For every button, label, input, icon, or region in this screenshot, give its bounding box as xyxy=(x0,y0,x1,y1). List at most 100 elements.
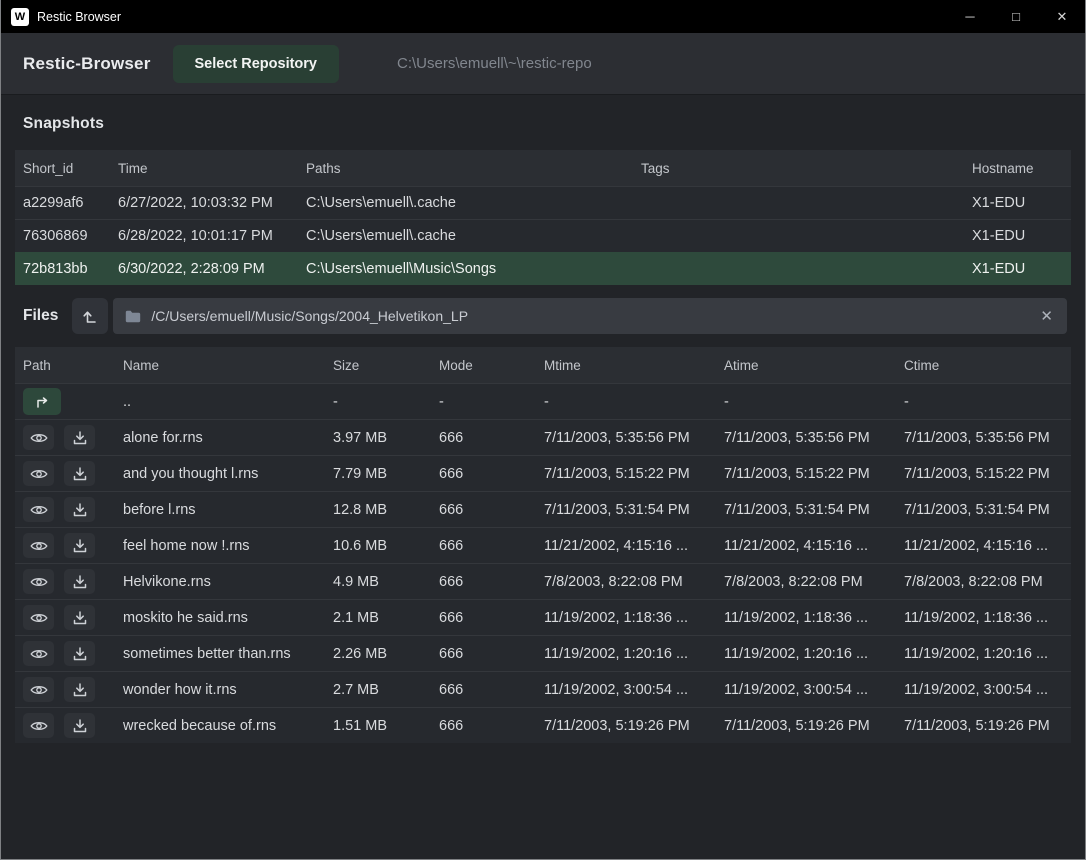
file-atime: 11/21/2002, 4:15:16 ... xyxy=(716,538,896,554)
file-ctime: 7/11/2003, 5:31:54 PM xyxy=(896,502,1071,518)
file-mode: 666 xyxy=(431,610,536,626)
column-header-size: Size xyxy=(325,358,431,373)
snapshot-time: 6/30/2022, 2:28:09 PM xyxy=(110,261,298,277)
column-header-mtime: Mtime xyxy=(536,358,716,373)
column-header-ctime: Ctime xyxy=(896,358,1071,373)
file-mode: 666 xyxy=(431,574,536,590)
file-name: moskito he said.rns xyxy=(115,610,325,626)
file-ctime: 11/21/2002, 4:15:16 ... xyxy=(896,538,1071,554)
files-table-header: Path Name Size Mode Mtime Atime Ctime xyxy=(15,347,1071,383)
column-header-short-id: Short_id xyxy=(15,161,110,176)
download-file-button[interactable] xyxy=(64,497,95,522)
file-name: alone for.rns xyxy=(115,430,325,446)
parent-row-size: - xyxy=(325,394,431,410)
preview-file-button[interactable] xyxy=(23,497,54,522)
file-mtime: 11/21/2002, 4:15:16 ... xyxy=(536,538,716,554)
window-title: Restic Browser xyxy=(37,10,121,24)
parent-row-mode: - xyxy=(431,394,536,410)
file-ctime: 11/19/2002, 1:18:36 ... xyxy=(896,610,1071,626)
close-button[interactable]: ✕ xyxy=(1039,0,1085,33)
file-name: wonder how it.rns xyxy=(115,682,325,698)
preview-file-button[interactable] xyxy=(23,641,54,666)
download-file-button[interactable] xyxy=(64,425,95,450)
snapshot-hostname: X1-EDU xyxy=(964,228,1071,244)
file-mode: 666 xyxy=(431,538,536,554)
snapshot-short-id: 76306869 xyxy=(15,228,110,244)
preview-file-button[interactable] xyxy=(23,533,54,558)
file-atime: 7/8/2003, 8:22:08 PM xyxy=(716,574,896,590)
file-atime: 7/11/2003, 5:35:56 PM xyxy=(716,430,896,446)
snapshot-row[interactable]: 72b813bb 6/30/2022, 2:28:09 PM C:\Users\… xyxy=(15,252,1071,285)
preview-file-button[interactable] xyxy=(23,605,54,630)
file-row: wonder how it.rns 2.7 MB 666 11/19/2002,… xyxy=(15,671,1071,707)
file-size: 3.97 MB xyxy=(325,430,431,446)
column-header-mode: Mode xyxy=(431,358,536,373)
current-path-field[interactable]: /C/Users/emuell/Music/Songs/2004_Helveti… xyxy=(113,298,1067,334)
maximize-button[interactable]: □ xyxy=(993,0,1039,33)
file-atime: 11/19/2002, 3:00:54 ... xyxy=(716,682,896,698)
download-file-button[interactable] xyxy=(64,533,95,558)
files-section-title: Files xyxy=(23,307,58,325)
eye-icon xyxy=(30,576,48,588)
snapshot-hostname: X1-EDU xyxy=(964,195,1071,211)
download-file-button[interactable] xyxy=(64,713,95,738)
snapshot-row[interactable]: 76306869 6/28/2022, 10:01:17 PM C:\Users… xyxy=(15,219,1071,252)
download-file-button[interactable] xyxy=(64,677,95,702)
download-file-button[interactable] xyxy=(64,461,95,486)
snapshots-table: Short_id Time Paths Tags Hostname a2299a… xyxy=(15,150,1071,285)
file-size: 12.8 MB xyxy=(325,502,431,518)
file-row: feel home now !.rns 10.6 MB 666 11/21/20… xyxy=(15,527,1071,563)
file-name: sometimes better than.rns xyxy=(115,646,325,662)
file-size: 7.79 MB xyxy=(325,466,431,482)
snapshots-section-title: Snapshots xyxy=(23,115,1063,133)
up-directory-button[interactable] xyxy=(72,298,108,334)
download-file-button[interactable] xyxy=(64,641,95,666)
files-rows: alone for.rns 3.97 MB 666 7/11/2003, 5:3… xyxy=(15,419,1071,743)
download-file-button[interactable] xyxy=(64,605,95,630)
select-repository-button[interactable]: Select Repository xyxy=(173,45,340,83)
up-directory-icon xyxy=(82,308,99,325)
download-file-button[interactable] xyxy=(64,569,95,594)
clear-path-button[interactable]: ✕ xyxy=(1038,307,1055,325)
file-mtime: 11/19/2002, 1:20:16 ... xyxy=(536,646,716,662)
parent-row-mtime: - xyxy=(536,394,716,410)
file-mode: 666 xyxy=(431,718,536,734)
app-title: Restic-Browser xyxy=(23,54,151,74)
preview-file-button[interactable] xyxy=(23,425,54,450)
file-ctime: 11/19/2002, 3:00:54 ... xyxy=(896,682,1071,698)
title-bar: W Restic Browser ─ □ ✕ xyxy=(1,0,1085,33)
repository-path: C:\Users\emuell\~\restic-repo xyxy=(397,55,592,72)
download-icon xyxy=(73,539,87,553)
file-row: moskito he said.rns 2.1 MB 666 11/19/200… xyxy=(15,599,1071,635)
return-up-icon xyxy=(34,395,50,409)
app-logo-icon: W xyxy=(11,8,29,26)
file-ctime: 7/11/2003, 5:15:22 PM xyxy=(896,466,1071,482)
minimize-button[interactable]: ─ xyxy=(947,0,993,33)
file-mtime: 7/11/2003, 5:31:54 PM xyxy=(536,502,716,518)
folder-icon xyxy=(125,310,141,323)
file-atime: 7/11/2003, 5:15:22 PM xyxy=(716,466,896,482)
app-header: Restic-Browser Select Repository C:\User… xyxy=(1,33,1085,95)
file-mtime: 7/11/2003, 5:35:56 PM xyxy=(536,430,716,446)
go-to-parent-button[interactable] xyxy=(23,388,61,415)
snapshot-paths: C:\Users\emuell\.cache xyxy=(298,195,633,211)
preview-file-button[interactable] xyxy=(23,713,54,738)
file-name: before l.rns xyxy=(115,502,325,518)
file-atime: 11/19/2002, 1:20:16 ... xyxy=(716,646,896,662)
download-icon xyxy=(73,575,87,589)
column-header-name: Name xyxy=(115,358,325,373)
preview-file-button[interactable] xyxy=(23,569,54,594)
snapshot-paths: C:\Users\emuell\.cache xyxy=(298,228,633,244)
preview-file-button[interactable] xyxy=(23,677,54,702)
eye-icon xyxy=(30,720,48,732)
eye-icon xyxy=(30,612,48,624)
snapshot-row[interactable]: a2299af6 6/27/2022, 10:03:32 PM C:\Users… xyxy=(15,186,1071,219)
file-row: alone for.rns 3.97 MB 666 7/11/2003, 5:3… xyxy=(15,419,1071,455)
download-icon xyxy=(73,503,87,517)
app-window: W Restic Browser ─ □ ✕ Restic-Browser Se… xyxy=(0,0,1086,860)
file-row: sometimes better than.rns 2.26 MB 666 11… xyxy=(15,635,1071,671)
preview-file-button[interactable] xyxy=(23,461,54,486)
download-icon xyxy=(73,431,87,445)
download-icon xyxy=(73,467,87,481)
window-controls: ─ □ ✕ xyxy=(947,0,1085,33)
